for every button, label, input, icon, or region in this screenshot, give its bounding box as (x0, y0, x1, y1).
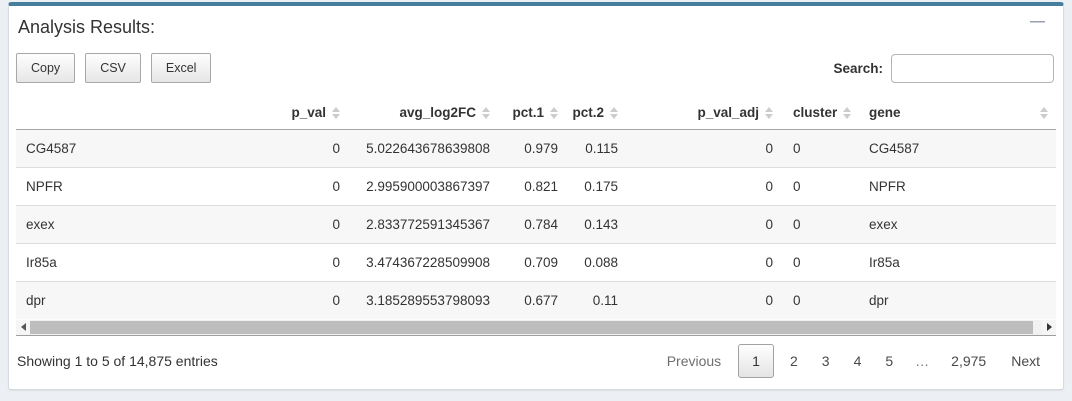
search-input[interactable] (891, 54, 1054, 83)
page-button-3[interactable]: 3 (810, 345, 842, 377)
p-val-cell: 0 (251, 206, 348, 244)
panel-header: Analysis Results: — (9, 6, 1063, 38)
analysis-results-panel: Analysis Results: — Copy CSV Excel Searc… (8, 2, 1064, 390)
cluster-cell: 0 (781, 206, 861, 244)
p-val-adj-cell: 0 (626, 130, 781, 168)
search-container: Search: (833, 54, 1054, 83)
pct1-cell: 0.677 (498, 282, 566, 320)
pct2-cell: 0.088 (566, 244, 626, 282)
p-val-cell: 0 (251, 130, 348, 168)
table-row[interactable]: dpr 0 3.185289553798093 0.677 0.11 0 0 d… (16, 282, 1056, 320)
csv-button[interactable]: CSV (85, 53, 141, 83)
entries-info: Showing 1 to 5 of 14,875 entries (17, 353, 218, 369)
cluster-cell: 0 (781, 244, 861, 282)
table-row[interactable]: CG4587 0 5.022643678639808 0.979 0.115 0… (16, 130, 1056, 168)
avg-log2fc-cell: 2.833772591345367 (348, 206, 498, 244)
page-button-2[interactable]: 2 (778, 345, 810, 377)
previous-page-button[interactable]: Previous (654, 345, 734, 377)
avg-log2fc-cell: 2.995900003867397 (348, 168, 498, 206)
scrollbar-thumb[interactable] (30, 321, 1033, 334)
table-row[interactable]: Ir85a 0 3.474367228509908 0.709 0.088 0 … (16, 244, 1056, 282)
sort-icon[interactable] (332, 107, 340, 119)
sort-icon[interactable] (1040, 107, 1048, 119)
avg-log2fc-cell: 3.185289553798093 (348, 282, 498, 320)
next-page-button[interactable]: Next (998, 345, 1053, 377)
avg-log2fc-cell: 3.474367228509908 (348, 244, 498, 282)
column-header-p-val[interactable]: p_val (251, 96, 348, 130)
gene-cell: CG4587 (861, 130, 1056, 168)
pct2-cell: 0.175 (566, 168, 626, 206)
scroll-right-arrow-icon[interactable] (1042, 320, 1056, 335)
column-header-p-val-adj[interactable]: p_val_adj (626, 96, 781, 130)
column-header-gene[interactable]: gene (861, 96, 1056, 130)
row-name-cell: NPFR (16, 168, 251, 206)
column-header-pct1[interactable]: pct.1 (498, 96, 566, 130)
p-val-adj-cell: 0 (626, 168, 781, 206)
pct2-cell: 0.11 (566, 282, 626, 320)
pct2-cell: 0.143 (566, 206, 626, 244)
cluster-cell: 0 (781, 130, 861, 168)
pct2-cell: 0.115 (566, 130, 626, 168)
column-header-pct2[interactable]: pct.2 (566, 96, 626, 130)
column-header-avg-log2fc[interactable]: avg_log2FC (348, 96, 498, 130)
row-name-cell: dpr (16, 282, 251, 320)
pagination-ellipsis: … (905, 345, 939, 377)
p-val-adj-cell: 0 (626, 244, 781, 282)
scrollbar-track[interactable] (30, 320, 1042, 335)
column-header-rownames (16, 96, 251, 130)
table-row[interactable]: NPFR 0 2.995900003867397 0.821 0.175 0 0… (16, 168, 1056, 206)
gene-cell: NPFR (861, 168, 1056, 206)
p-val-cell: 0 (251, 168, 348, 206)
copy-button[interactable]: Copy (16, 53, 75, 83)
table-header-row: p_val avg_log2FC pct.1 pct.2 p_val_adj c… (16, 96, 1056, 130)
p-val-adj-cell: 0 (626, 282, 781, 320)
page-button-5[interactable]: 5 (873, 345, 905, 377)
scroll-left-arrow-icon[interactable] (16, 320, 30, 335)
page-background: Analysis Results: — Copy CSV Excel Searc… (0, 0, 1072, 401)
pct1-cell: 0.979 (498, 130, 566, 168)
results-table: p_val avg_log2FC pct.1 pct.2 p_val_adj c… (16, 96, 1056, 319)
collapse-icon[interactable]: — (1030, 14, 1045, 29)
table-toolbar: Copy CSV Excel Search: (16, 53, 1054, 83)
sort-icon[interactable] (765, 107, 773, 119)
row-name-cell: exex (16, 206, 251, 244)
avg-log2fc-cell: 5.022643678639808 (348, 130, 498, 168)
pct1-cell: 0.784 (498, 206, 566, 244)
row-name-cell: Ir85a (16, 244, 251, 282)
gene-cell: dpr (861, 282, 1056, 320)
sort-icon[interactable] (482, 107, 490, 119)
export-buttons: Copy CSV Excel (16, 53, 211, 83)
page-button-4[interactable]: 4 (842, 345, 874, 377)
sort-icon[interactable] (550, 107, 558, 119)
page-button-2975[interactable]: 2,975 (939, 345, 998, 377)
p-val-cell: 0 (251, 282, 348, 320)
cluster-cell: 0 (781, 282, 861, 320)
sort-icon[interactable] (843, 107, 851, 119)
page-title: Analysis Results: (18, 17, 1053, 38)
pct1-cell: 0.821 (498, 168, 566, 206)
pct1-cell: 0.709 (498, 244, 566, 282)
excel-button[interactable]: Excel (151, 53, 212, 83)
search-label: Search: (833, 61, 883, 76)
cluster-cell: 0 (781, 168, 861, 206)
row-name-cell: CG4587 (16, 130, 251, 168)
page-button-1[interactable]: 1 (738, 344, 774, 378)
gene-cell: exex (861, 206, 1056, 244)
horizontal-scrollbar[interactable] (16, 319, 1056, 336)
table-footer: Showing 1 to 5 of 14,875 entries Previou… (16, 344, 1056, 378)
p-val-cell: 0 (251, 244, 348, 282)
table-row[interactable]: exex 0 2.833772591345367 0.784 0.143 0 0… (16, 206, 1056, 244)
p-val-adj-cell: 0 (626, 206, 781, 244)
sort-icon[interactable] (610, 107, 618, 119)
column-header-cluster[interactable]: cluster (781, 96, 861, 130)
gene-cell: Ir85a (861, 244, 1056, 282)
pagination: Previous 1 2 3 4 5 … 2,975 Next (654, 344, 1053, 378)
